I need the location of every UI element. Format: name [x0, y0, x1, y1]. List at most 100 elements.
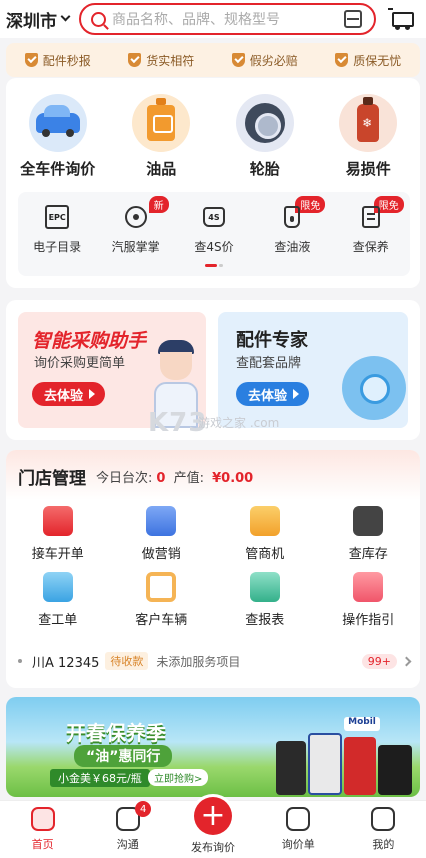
promo-subtitle: 询价采购更简单 — [34, 356, 126, 371]
category-wear-parts[interactable]: 易损件 — [323, 94, 413, 179]
store-item-label: 接车开单 — [31, 547, 84, 562]
try-button[interactable]: 去体验 — [32, 382, 106, 406]
watermark-text: 游戏之家 .com — [198, 416, 280, 430]
tab-label: 我的 — [372, 838, 395, 851]
category-full-car-inquiry[interactable]: 全车件询价 — [13, 94, 103, 179]
tab-mine[interactable]: 我的 — [341, 801, 426, 858]
tool-label: 电子目录 — [33, 240, 82, 254]
tool-label: 查4S价 — [194, 240, 234, 254]
store-item-customer-vehicles[interactable]: 客户车辆 — [110, 572, 214, 638]
shield-check-icon — [24, 53, 38, 67]
scan-icon[interactable] — [344, 10, 362, 28]
list-icon — [286, 807, 311, 831]
buy-now-button[interactable]: 立即抢购> — [148, 769, 209, 786]
try-button[interactable]: 去体验 — [236, 382, 310, 406]
search-icon — [91, 11, 106, 27]
guarantee-label: 假劣必赔 — [249, 53, 298, 68]
today-label: 今日台次: — [96, 471, 153, 486]
store-item-open-order[interactable]: 接车开单 — [6, 506, 110, 572]
license-plate: 川A 12345 — [32, 655, 100, 671]
document-icon — [42, 572, 73, 602]
home-icon — [30, 807, 55, 831]
store-management-card: 门店管理 今日台次: 0 产值: ¥0.00 接车开单 做营销 管商机 查库存 查… — [6, 450, 420, 688]
guarantee-item: 质保无忧 — [335, 52, 401, 69]
store-item-label: 查报表 — [245, 613, 285, 628]
brand-logo: Mobil — [344, 717, 380, 731]
store-item-marketing[interactable]: 做营销 — [110, 506, 214, 572]
promo-subtitle: 查配套品牌 — [236, 356, 302, 371]
category-oil[interactable]: 油品 — [116, 94, 206, 179]
city-label: 深圳市 — [6, 11, 57, 32]
search-input[interactable]: 商品名称、品牌、规格型号 — [79, 3, 376, 35]
guarantee-strip: 配件秒报 货实相符 假劣必赔 质保无忧 — [6, 43, 420, 77]
banner-title: 开春保养季 — [66, 721, 166, 745]
tab-label: 沟通 — [116, 838, 139, 851]
tab-home[interactable]: 首页 — [0, 801, 85, 858]
shield-check-icon — [128, 53, 142, 67]
revenue-value: ¥0.00 — [212, 471, 254, 486]
pending-order-row[interactable]: 川A 12345 待收款 未添加服务项目 99+ — [18, 650, 412, 672]
store-item-work-orders[interactable]: 查工单 — [6, 572, 110, 638]
tab-label: 询价单 — [281, 838, 315, 851]
count-badge: 99+ — [361, 653, 397, 669]
money-bag-icon — [249, 506, 280, 536]
chevron-down-icon — [60, 11, 71, 22]
guarantee-item: 货实相符 — [128, 52, 194, 69]
coolant-bottle-icon — [357, 97, 380, 142]
guarantee-label: 货实相符 — [146, 53, 195, 68]
unread-badge: 4 — [135, 801, 152, 817]
tab-label: 首页 — [31, 838, 54, 851]
category-label: 全车件询价 — [20, 160, 96, 178]
service-text: 未添加服务项目 — [156, 654, 241, 669]
today-count: 0 — [156, 471, 166, 486]
maintenance-icon — [361, 206, 380, 228]
tool-maintenance[interactable]: 限免 查保养 — [336, 196, 406, 276]
promo-title: 智能采购助手 — [32, 330, 147, 352]
search-icon — [146, 572, 177, 602]
tool-label: 汽服掌掌 — [111, 240, 160, 254]
tab-inquiry-list[interactable]: 询价单 — [256, 801, 341, 858]
guarantee-item: 假劣必赔 — [231, 52, 298, 69]
shield-check-icon — [231, 53, 245, 67]
page-indicator — [204, 264, 224, 267]
tab-chat[interactable]: 4 沟通 — [85, 801, 170, 858]
store-item-label: 做营销 — [141, 547, 181, 562]
tab-publish-inquiry[interactable]: + 发布询价 — [170, 797, 255, 858]
epc-icon: EPC — [45, 205, 70, 229]
tool-epc-catalog[interactable]: EPC 电子目录 — [22, 204, 92, 276]
parts-expert-promo[interactable]: 配件专家 查配套品牌 去体验 — [218, 312, 408, 428]
tool-service-assistant[interactable]: 新 汽服掌掌 — [101, 196, 171, 276]
box-icon — [353, 506, 384, 536]
today-stats: 今日台次: 0 产值: ¥0.00 — [96, 467, 257, 486]
guarantee-item: 配件秒报 — [24, 52, 91, 69]
cart-icon[interactable] — [388, 8, 414, 30]
category-label: 轮胎 — [249, 160, 280, 178]
store-item-label: 查库存 — [348, 547, 388, 562]
shield-check-icon — [335, 53, 349, 67]
promo-title: 配件专家 — [236, 330, 308, 351]
store-item-reports[interactable]: 查报表 — [213, 572, 317, 638]
category-tire[interactable]: 轮胎 — [220, 94, 310, 179]
banner-price: 小金美￥68元/瓶 — [50, 769, 150, 787]
tire-icon — [244, 103, 285, 143]
store-item-inventory[interactable]: 查库存 — [317, 506, 421, 572]
tab-label: 发布询价 — [191, 841, 235, 854]
yen-icon — [146, 506, 177, 536]
category-label: 油品 — [146, 160, 177, 178]
city-selector[interactable]: 深圳市 — [6, 7, 71, 32]
oil-can-icon — [147, 98, 176, 141]
category-label: 易损件 — [345, 160, 391, 178]
store-function-grid: 接车开单 做营销 管商机 查库存 查工单 客户车辆 查报表 操作指引 — [6, 506, 420, 638]
fluid-bottle-icon — [284, 206, 301, 228]
tool-fluids[interactable]: 限免 查油液 — [257, 196, 327, 276]
magnifier-disc-illustration — [342, 356, 406, 420]
spring-maintenance-banner[interactable]: 开春保养季 “油”惠同行 小金美￥68元/瓶 立即抢购> Mobil — [6, 697, 420, 797]
car-icon — [35, 105, 80, 137]
store-item-opportunities[interactable]: 管商机 — [213, 506, 317, 572]
plus-icon: + — [194, 797, 232, 835]
category-card: 全车件询价 油品 轮胎 易损件 EPC 电子目录 新 — [6, 78, 420, 288]
store-item-guide[interactable]: 操作指引 — [317, 572, 421, 638]
book-icon — [353, 572, 384, 602]
chevron-right-icon — [401, 656, 412, 666]
tool-label: 查油液 — [274, 240, 311, 254]
